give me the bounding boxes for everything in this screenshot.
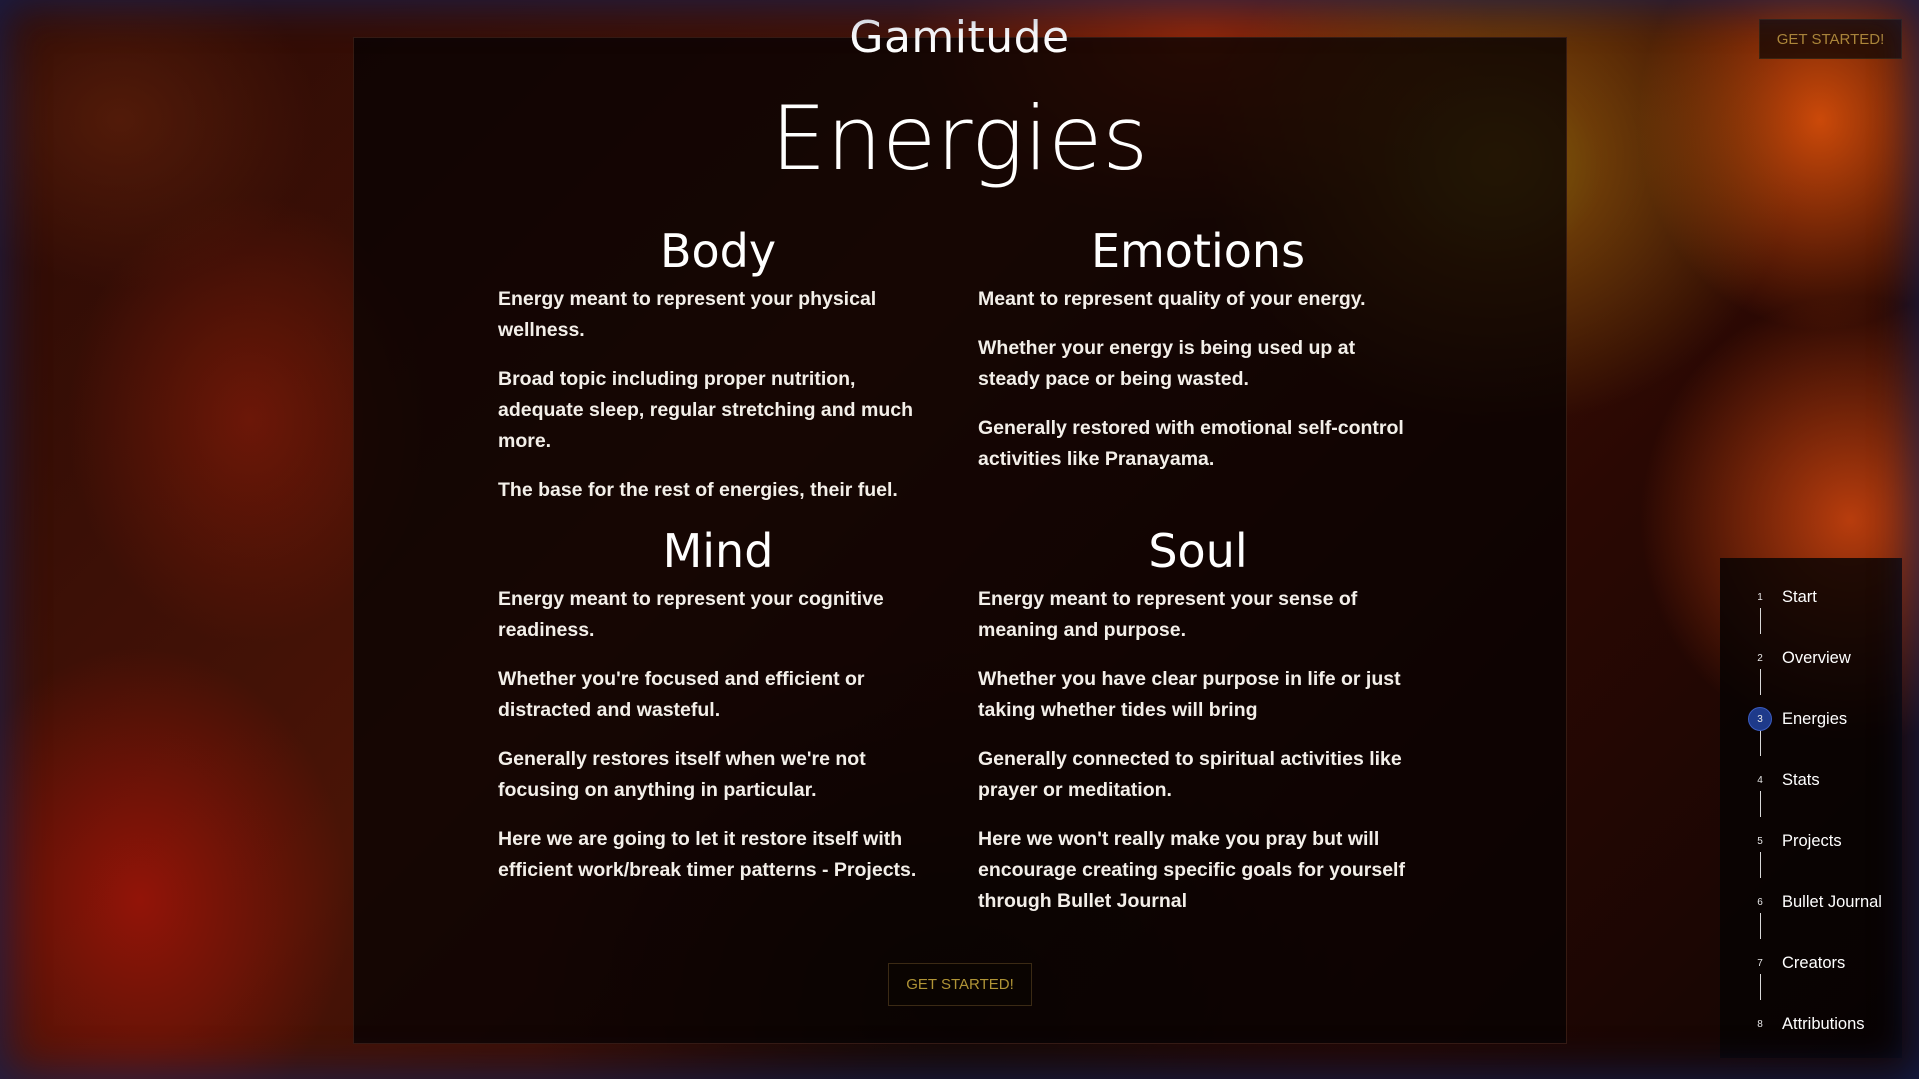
section-paragraph: Generally connected to spiritual activit… <box>978 748 1402 801</box>
get-started-button[interactable]: GET STARTED! <box>888 963 1032 1006</box>
nav-item-start[interactable]: 1 Start <box>1748 583 1817 611</box>
section-paragraph: Whether you're focused and efficient or … <box>498 668 865 721</box>
section-paragraph: Here we are going to let it restore itse… <box>498 828 917 881</box>
brand-title: Gamitude <box>849 12 1070 63</box>
nav-connector <box>1760 974 1761 1000</box>
section-heading: Emotions <box>1090 224 1306 278</box>
nav-item-projects[interactable]: 5 Projects <box>1748 827 1842 855</box>
nav-item-bullet-journal[interactable]: 6 Bullet Journal <box>1748 888 1882 916</box>
section-heading: Mind <box>662 524 774 578</box>
nav-item-label: Bullet Journal <box>1782 892 1882 911</box>
nav-item-label: Creators <box>1782 953 1846 972</box>
nav-item-label: Projects <box>1782 831 1842 850</box>
header-get-started-button[interactable]: GET STARTED! <box>1759 19 1902 59</box>
section-paragraph: Broad topic including proper nutrition, … <box>498 368 914 452</box>
nav-item-label: Overview <box>1782 648 1851 667</box>
section-paragraph: Whether you have clear purpose in life o… <box>978 668 1401 721</box>
section-mind: Mind Energy meant to represent your cogn… <box>498 524 938 904</box>
nav-item-overview[interactable]: 2 Overview <box>1748 644 1851 672</box>
nav-step-number: 7 <box>1757 957 1763 969</box>
nav-item-label: Energies <box>1782 709 1848 728</box>
section-paragraph: Generally restores itself when we're not… <box>498 748 866 801</box>
section-heading: Body <box>659 224 777 278</box>
section-paragraph: Whether your energy is being used up at … <box>978 337 1356 390</box>
section-paragraph: Meant to represent quality of your energ… <box>978 288 1366 310</box>
nav-step-number: 6 <box>1757 896 1763 908</box>
nav-connector <box>1760 608 1761 634</box>
page-background: Gamitude Energies GET STARTED! Body Ener… <box>0 0 1919 1079</box>
nav-step-number: 5 <box>1757 835 1763 847</box>
section-paragraph: Energy meant to represent your sense of … <box>978 588 1358 641</box>
section-heading: Soul <box>1148 524 1248 578</box>
section-body: Body Energy meant to represent your phys… <box>498 224 938 524</box>
nav-connector <box>1760 669 1761 695</box>
section-paragraph: Energy meant to represent your physical … <box>498 288 877 341</box>
section-emotions: Emotions Meant to represent quality of y… <box>978 224 1418 493</box>
nav-connector <box>1760 730 1761 756</box>
section-paragraph: Here we won't really make you pray but w… <box>978 828 1405 912</box>
nav-item-label: Stats <box>1782 770 1820 789</box>
section-nav: 1 Start 2 Overview 3 Energies 4 Stats 5 … <box>1720 558 1902 1058</box>
nav-connector <box>1760 791 1761 817</box>
nav-item-stats[interactable]: 4 Stats <box>1748 766 1820 794</box>
section-paragraph: The base for the rest of energies, their… <box>498 479 898 501</box>
nav-step-number: 4 <box>1757 774 1763 786</box>
section-soul: Soul Energy meant to represent your sens… <box>978 524 1418 935</box>
nav-connector <box>1760 852 1761 878</box>
nav-step-number: 2 <box>1757 652 1763 664</box>
nav-item-attributions[interactable]: 8 Attributions <box>1748 1010 1865 1038</box>
nav-connector <box>1760 913 1761 939</box>
nav-item-creators[interactable]: 7 Creators <box>1748 949 1845 977</box>
section-paragraph: Generally restored with emotional self-c… <box>978 417 1404 470</box>
nav-item-label: Start <box>1782 587 1817 606</box>
nav-step-number: 1 <box>1757 591 1763 603</box>
nav-item-label: Attributions <box>1782 1014 1865 1033</box>
nav-step-number: 8 <box>1757 1018 1763 1030</box>
page-title: Energies <box>770 87 1149 190</box>
nav-step-number: 3 <box>1748 707 1772 731</box>
nav-item-energies[interactable]: 3 Energies <box>1748 705 1847 733</box>
section-paragraph: Energy meant to represent your cognitive… <box>498 588 884 641</box>
